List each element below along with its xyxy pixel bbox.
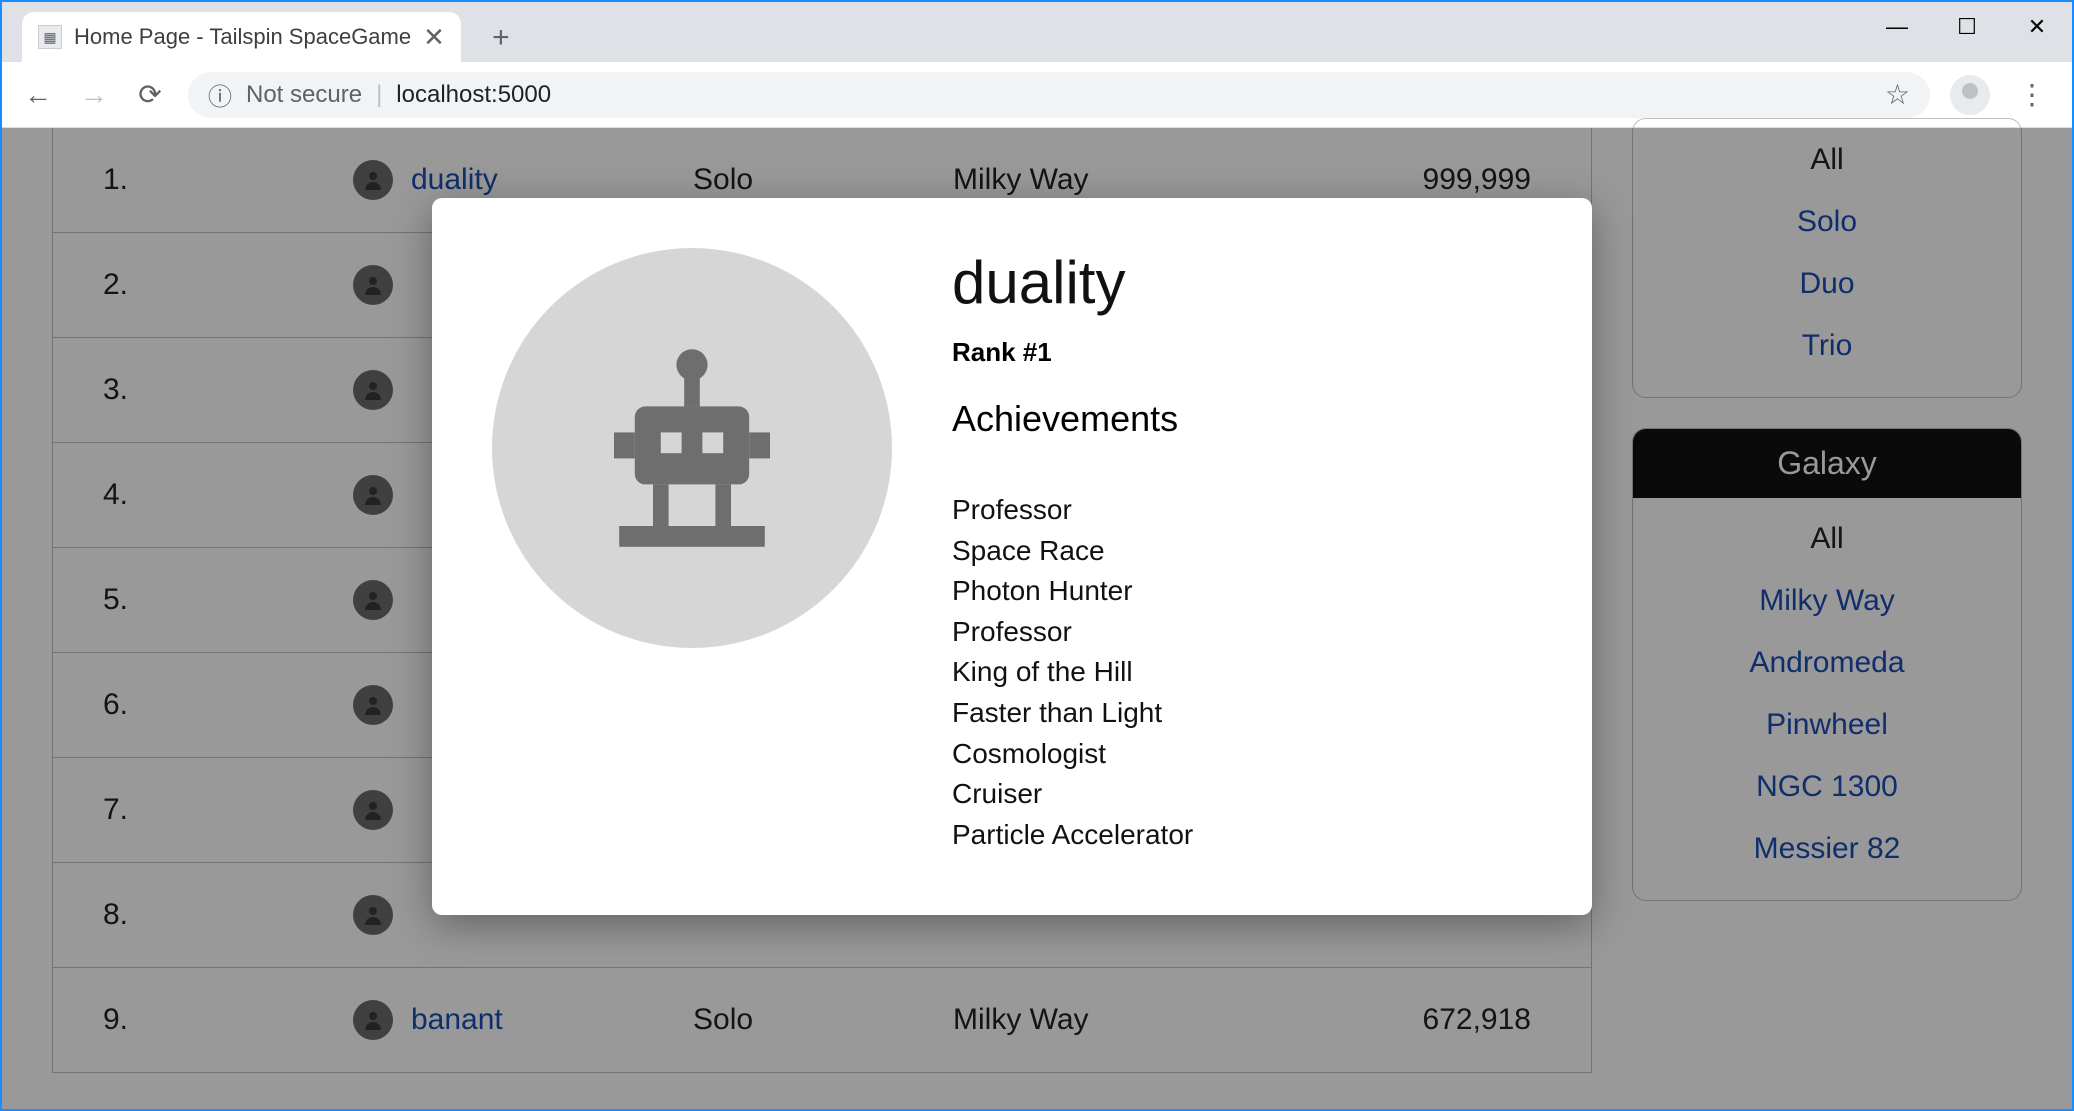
forward-button[interactable]: → (76, 79, 112, 111)
address-divider: | (376, 81, 382, 109)
new-tab-button[interactable]: + (481, 18, 521, 58)
page-content: 1.dualitySoloMilky Way999,9992.3.4.5.6.7… (2, 128, 2072, 1109)
profile-modal: duality Rank #1 Achievements ProfessorSp… (432, 198, 1592, 915)
tab-favicon-icon: ▦ (38, 25, 62, 49)
achievement-item: Particle Accelerator (952, 815, 1532, 856)
minimize-button[interactable]: — (1862, 2, 1932, 52)
bookmark-star-icon[interactable]: ☆ (1885, 78, 1910, 111)
profile-avatar (492, 248, 892, 648)
menu-kebab-icon[interactable]: ⋮ (2010, 78, 2054, 111)
achievement-item: Professor (952, 612, 1532, 653)
window-controls: — ☐ ✕ (1862, 2, 2072, 52)
back-button[interactable]: ← (20, 79, 56, 111)
reload-button[interactable]: ⟳ (132, 78, 168, 111)
browser-tab[interactable]: ▦ Home Page - Tailspin SpaceGame ✕ (22, 12, 461, 62)
security-status: Not secure (246, 81, 362, 109)
achievement-item: Professor (952, 490, 1532, 531)
address-bar[interactable]: ⓘ Not secure | localhost:5000 ☆ (188, 72, 1930, 118)
profile-avatar-icon[interactable] (1950, 75, 1990, 115)
achievement-item: Cosmologist (952, 734, 1532, 775)
robot-icon (562, 318, 822, 578)
browser-titlebar: ▦ Home Page - Tailspin SpaceGame ✕ + — ☐… (2, 2, 2072, 62)
achievements-heading: Achievements (952, 398, 1532, 440)
achievement-item: Photon Hunter (952, 571, 1532, 612)
close-window-button[interactable]: ✕ (2002, 2, 2072, 52)
achievements-list: ProfessorSpace RacePhoton HunterProfesso… (952, 490, 1532, 855)
achievement-item: Cruiser (952, 774, 1532, 815)
url-text: localhost:5000 (396, 81, 551, 109)
achievement-item: Space Race (952, 531, 1532, 572)
info-icon[interactable]: ⓘ (208, 77, 232, 112)
achievement-item: King of the Hill (952, 652, 1532, 693)
profile-rank: Rank #1 (952, 337, 1532, 368)
tab-title: Home Page - Tailspin SpaceGame (74, 24, 411, 50)
profile-name: duality (952, 248, 1532, 317)
achievement-item: Faster than Light (952, 693, 1532, 734)
tab-close-icon[interactable]: ✕ (423, 22, 445, 53)
maximize-button[interactable]: ☐ (1932, 2, 2002, 52)
